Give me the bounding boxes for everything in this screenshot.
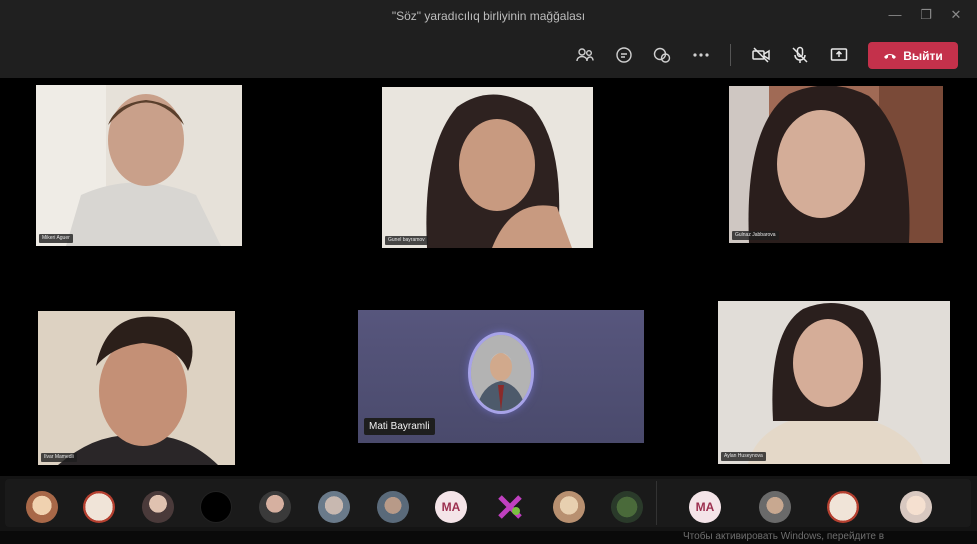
avatar[interactable] — [200, 491, 232, 523]
participant-video — [382, 87, 593, 248]
participant-video — [729, 86, 943, 243]
more-icon[interactable] — [689, 43, 713, 67]
avatar[interactable] — [142, 491, 174, 523]
title-bar: "Söz" yaradıcılıq birliyinin mağğalası —… — [0, 0, 977, 30]
maximize-button[interactable]: ❐ — [915, 5, 937, 25]
avatar[interactable] — [494, 491, 526, 523]
participant-name: Mikeri Aguer — [39, 234, 73, 243]
avatar[interactable] — [759, 491, 791, 523]
mic-off-icon[interactable] — [788, 43, 812, 67]
close-button[interactable]: ✕ — [945, 5, 967, 25]
window-title: "Söz" yaradıcılıq birliyinin mağğalası — [391, 9, 586, 23]
avatar[interactable] — [553, 491, 585, 523]
participant-strip: MA MA — [0, 476, 977, 531]
reactions-icon[interactable] — [650, 43, 674, 67]
avatar[interactable] — [259, 491, 291, 523]
avatar[interactable] — [377, 491, 409, 523]
avatar[interactable] — [900, 491, 932, 523]
leave-label: Выйти — [903, 48, 943, 63]
video-tile[interactable]: Mikeri Aguer — [36, 85, 242, 246]
video-tile[interactable]: Gulnaz Jabbarova — [729, 86, 943, 243]
participant-video — [718, 301, 950, 464]
phone-hangup-icon — [884, 53, 897, 59]
participant-name: Ilvar Mamedli — [41, 453, 77, 462]
minimize-button[interactable]: — — [884, 5, 906, 25]
avatar[interactable] — [611, 491, 643, 523]
toolbar-divider — [730, 44, 731, 66]
participant-name: Gunel bayramov — [385, 236, 428, 245]
participant-video — [36, 85, 242, 246]
strip-divider — [656, 481, 657, 525]
avatar[interactable] — [83, 491, 115, 523]
video-tile[interactable]: Gunel bayramov — [382, 87, 593, 248]
avatar-graphic — [498, 495, 522, 519]
participant-strip-inner: MA MA — [5, 479, 971, 527]
meeting-toolbar: Выйти — [0, 30, 977, 78]
avatar[interactable] — [827, 491, 859, 523]
participant-name: Gulnaz Jabbarova — [732, 231, 779, 240]
activation-watermark: Чтобы активировать Windows, перейдите в — [683, 531, 885, 542]
video-tile[interactable]: Aylan Huseynova — [718, 301, 950, 464]
share-icon[interactable] — [827, 43, 851, 67]
profile-photo — [471, 335, 531, 411]
avatar-tile[interactable]: Mati Bayramli — [358, 310, 644, 443]
avatar[interactable] — [26, 491, 58, 523]
avatar[interactable] — [318, 491, 350, 523]
camera-off-icon[interactable] — [749, 43, 773, 67]
participant-name: Mati Bayramli — [364, 418, 435, 435]
participant-video — [38, 311, 235, 465]
video-tile[interactable]: Ilvar Mamedli — [38, 311, 235, 465]
avatar — [468, 332, 534, 414]
leave-button[interactable]: Выйти — [868, 42, 958, 69]
chat-icon[interactable] — [612, 43, 636, 67]
avatar-initials[interactable]: MA — [689, 491, 721, 523]
people-icon[interactable] — [573, 43, 597, 67]
avatar-initials[interactable]: MA — [435, 491, 467, 523]
participant-name: Aylan Huseynova — [721, 452, 766, 461]
